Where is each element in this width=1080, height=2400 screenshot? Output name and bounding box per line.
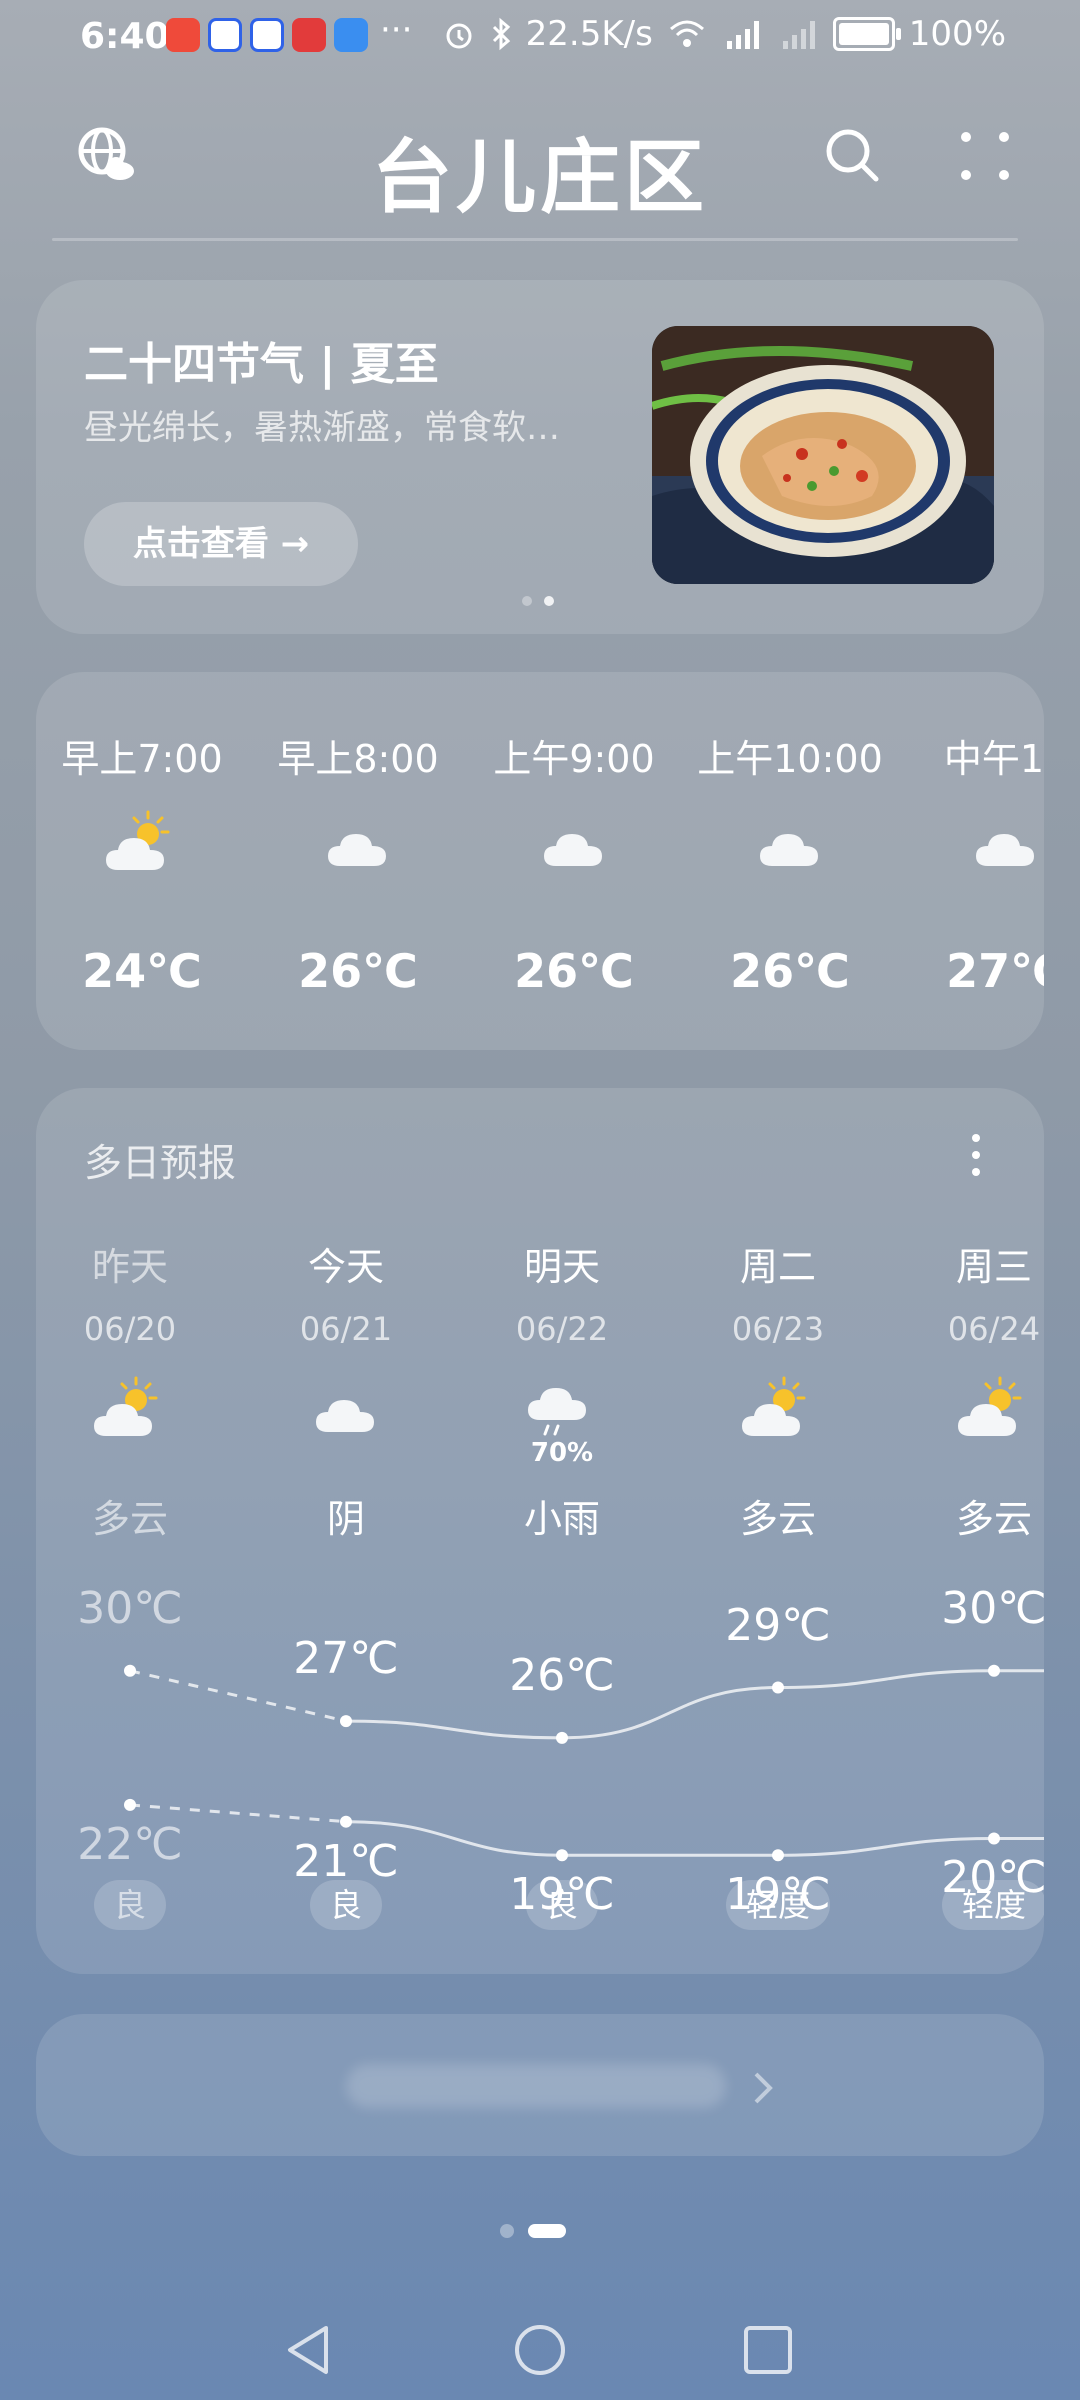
hourly-temp: 26℃ [514,944,634,998]
hourly-item[interactable]: 上午10:00 26℃ [682,672,898,1050]
solar-term-title: 二十四节气 | 夏至 [84,339,439,390]
day-forecast-item[interactable]: 周三 06/24 多云 30℃ 20℃ 轻度 [886,1088,1044,1974]
air-quality-badge: 良 [309,1880,383,1930]
city-title[interactable]: 台儿庄区 [0,113,1080,229]
cloudy-icon [966,810,1044,870]
light-rain-icon [522,1376,602,1440]
status-right: 22.5K/s 100% [442,14,1006,54]
four-dots-menu-icon[interactable] [958,129,1012,183]
view-details-button[interactable]: 点击查看 → [84,502,358,586]
day-forecast-item[interactable]: 昨天 06/20 多云 30℃ 22℃ 良 [36,1088,238,1974]
hourly-item[interactable]: 上午9:00 26℃ [466,672,682,1050]
day-forecast-item[interactable]: 明天 06/22 70% 小雨 26℃ 19℃ 良 [454,1088,670,1974]
header: 台儿庄区 [0,95,1080,225]
hourly-temp: 27℃ [946,944,1044,998]
partly-cloudy-icon [90,1376,170,1440]
baidu-icon [208,18,242,52]
battery-percent: 100% [908,14,1006,54]
hourly-item[interactable]: 早上8:00 26℃ [250,672,466,1050]
baidu-icon [250,18,284,52]
air-quality-badge: 良 [93,1880,167,1930]
day-high-temp: 30℃ [941,1582,1044,1634]
day-date: 06/22 [515,1310,609,1348]
home-icon[interactable] [512,2322,568,2378]
day-condition: 阴 [326,1497,365,1541]
page-dot-active[interactable] [528,2224,566,2238]
hourly-temp: 26℃ [298,944,418,998]
header-divider [52,238,1018,241]
page-dot[interactable] [500,2224,514,2238]
multi-day-forecast-card[interactable]: 多日预报 昨天 06/20 多云 30℃ 22℃ 良今天 06/21 阴 27℃ 21℃ 良明天 06… [36,1088,1044,1974]
bluetooth-icon [492,17,510,51]
rain-probability: 70% [530,1438,594,1468]
chevron-right-icon [754,2072,773,2104]
hourly-temp: 24℃ [82,944,202,998]
solar-term-card[interactable]: 二十四节气 | 夏至 昼光绵长，暑热渐盛，常食软… 点击查看 → [36,280,1044,634]
carousel-dots [522,596,554,606]
wifi-icon [669,20,704,47]
solar-term-subtitle: 昼光绵长，暑热渐盛，常食软… [84,408,560,448]
noodle-bowl-image [652,326,994,584]
navigation-bar [0,2300,1080,2400]
hourly-time: 早上8:00 [277,737,439,781]
cloudy-icon [750,810,830,870]
day-high-temp: 29℃ [725,1599,831,1651]
day-date: 06/21 [299,1310,393,1348]
back-icon[interactable] [282,2322,334,2378]
hourly-time: 上午10:00 [697,737,883,781]
day-high-temp: 30℃ [77,1582,183,1634]
day-date: 06/20 [83,1310,177,1348]
app-store-icon [166,18,200,52]
day-condition: 多云 [739,1497,816,1541]
bottom-info-card[interactable] [36,2014,1044,2156]
day-label: 昨天 [91,1245,168,1289]
cloudy-icon [318,810,398,870]
reader-icon [292,18,326,52]
partly-cloudy-icon [102,810,182,870]
air-quality-badge: 轻度 [941,1880,1044,1930]
notification-icons [166,18,368,52]
hourly-time: 中午11 [943,737,1044,781]
day-high-temp: 27℃ [293,1633,399,1685]
partly-cloudy-icon [954,1376,1034,1440]
day-condition: 多云 [955,1497,1032,1541]
hourly-forecast-card[interactable]: 早上7:00 24℃ 早上8:00 26℃ 上午9:00 26℃ 上午10:00 26℃ 中午1… [36,672,1044,1050]
more-notifications-icon: ··· [380,10,413,50]
day-forecast-item[interactable]: 今天 06/21 阴 27℃ 21℃ 良 [238,1088,454,1974]
day-low-temp: 22℃ [77,1818,183,1870]
day-date: 06/24 [947,1310,1041,1348]
alarm-icon [446,23,472,49]
day-condition: 小雨 [523,1497,600,1541]
weather-icon [334,18,368,52]
net-speed: 22.5K/s [525,14,653,54]
day-date: 06/23 [731,1310,825,1348]
day-condition: 多云 [91,1497,168,1541]
hourly-item[interactable]: 早上7:00 24℃ [36,672,250,1050]
air-quality-badge: 良 [525,1880,599,1930]
hourly-item[interactable]: 中午11 27℃ [898,672,1044,1050]
page-indicator [500,2224,566,2238]
hourly-time: 上午9:00 [493,737,655,781]
day-label: 今天 [307,1245,384,1289]
search-icon[interactable] [822,125,882,185]
day-label: 周二 [739,1245,816,1289]
hourly-temp: 26℃ [730,944,850,998]
day-label: 周三 [955,1245,1032,1289]
signal-5g-icon [726,21,759,49]
day-high-temp: 26℃ [509,1649,615,1701]
air-quality-badge: 轻度 [725,1880,831,1930]
battery-icon [832,17,901,51]
blurred-content [346,2064,726,2108]
cloudy-icon [306,1376,386,1440]
signal-icon [782,21,815,49]
day-forecast-item[interactable]: 周二 06/23 多云 29℃ 19℃ 轻度 [670,1088,886,1974]
status-bar: 6:40 ··· 22.5K/s 100% [0,0,1080,72]
partly-cloudy-icon [738,1376,818,1440]
hourly-time: 早上7:00 [61,737,223,781]
recents-icon[interactable] [742,2324,794,2376]
day-label: 明天 [523,1245,600,1289]
status-time: 6:40 [80,16,170,57]
cloudy-icon [534,810,614,870]
